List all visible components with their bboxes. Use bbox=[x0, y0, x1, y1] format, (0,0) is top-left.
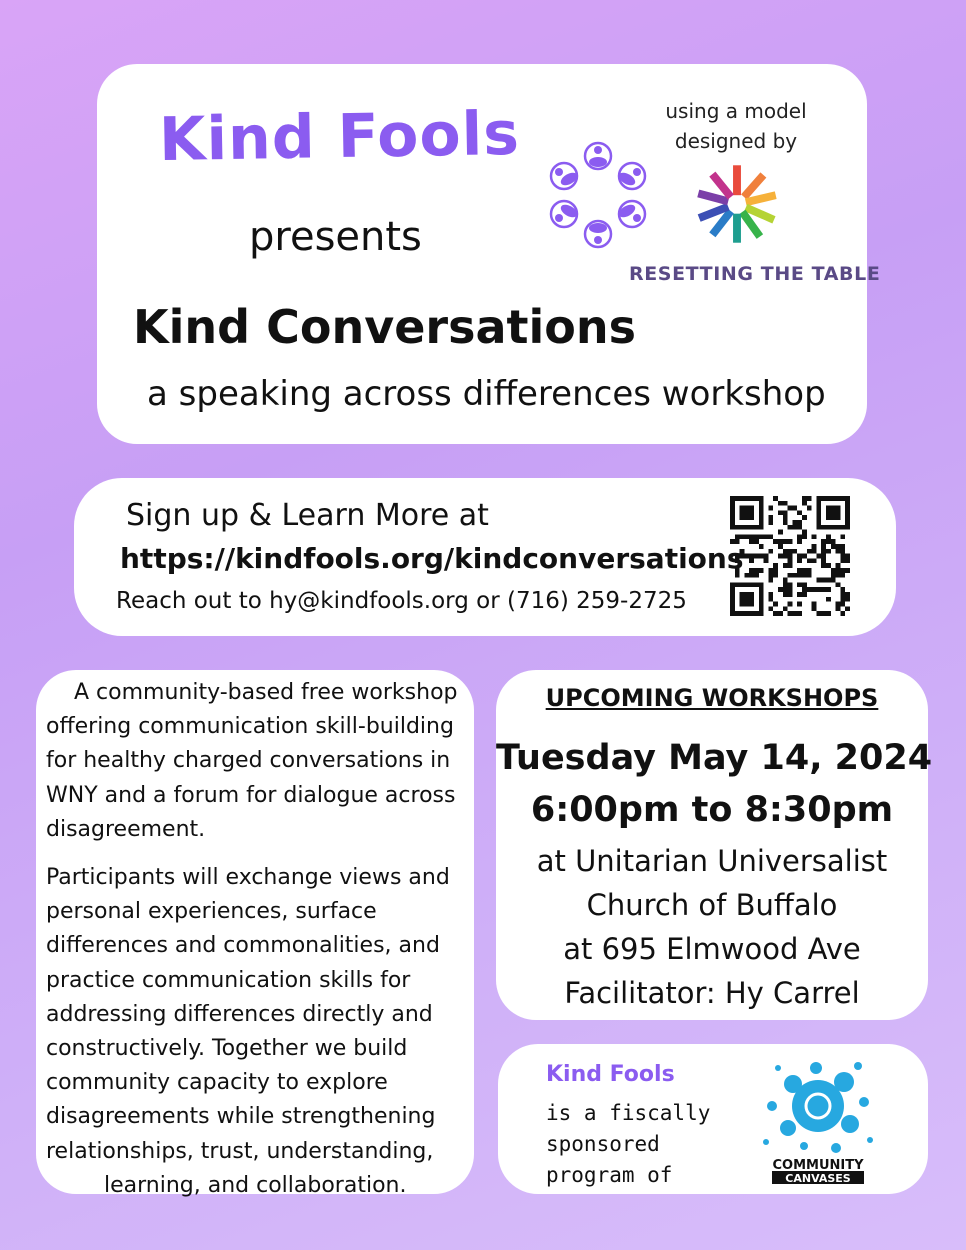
workshop-address: at 695 Elmwood Ave bbox=[563, 932, 861, 966]
workshop-facilitator: Facilitator: Hy Carrel bbox=[564, 976, 860, 1010]
about-text: A community-based free workshop offering… bbox=[46, 676, 466, 1203]
workshops-card: UPCOMING WORKSHOPS Tuesday May 14, 2024 … bbox=[496, 670, 933, 1020]
about-paragraph-2-end: learning, and collaboration. bbox=[104, 1172, 407, 1198]
signup-card: Sign up & Learn More at https://kindfool… bbox=[74, 478, 896, 636]
signup-label: Sign up & Learn More at bbox=[126, 498, 489, 533]
workshop-date: Tuesday May 14, 2024 bbox=[496, 738, 933, 778]
about-paragraph-1: A community-based free workshop offering… bbox=[46, 680, 458, 842]
signup-url-link[interactable]: https://kindfools.org/kindconversations bbox=[120, 542, 744, 575]
community-canvases-logo-line1: COMMUNITY bbox=[772, 1158, 864, 1173]
workshop-location-line1: at Unitarian Universalist bbox=[536, 844, 888, 878]
contact-info: Reach out to hy@kindfools.org or (716) 2… bbox=[116, 588, 687, 614]
community-canvases-logo-icon: COMMUNITY CANVASES bbox=[763, 1062, 873, 1184]
model-credit-line1: using a model bbox=[665, 99, 807, 123]
workshop-subtitle: a speaking across differences workshop bbox=[147, 374, 826, 414]
brand-title: Kind Fools bbox=[158, 98, 521, 176]
partner-name: RESETTING THE TABLE bbox=[629, 263, 881, 285]
hero-card: Kind Fools presents using a model design… bbox=[97, 64, 880, 444]
workshop-title: Kind Conversations bbox=[133, 300, 636, 354]
qr-code-icon[interactable] bbox=[730, 496, 850, 616]
model-credit-line2: designed by bbox=[674, 129, 798, 153]
sponsor-card: Kind Fools is a fiscally sponsored progr… bbox=[498, 1044, 928, 1194]
about-paragraph-2-body: Participants will exchange views and per… bbox=[46, 865, 450, 1164]
workshop-time: 6:00pm to 8:30pm bbox=[530, 790, 894, 830]
sponsor-brand: Kind Fools bbox=[546, 1062, 675, 1087]
resetting-the-table-logo-icon bbox=[697, 165, 777, 243]
about-paragraph-2: Participants will exchange views and per… bbox=[46, 861, 466, 1203]
presents-label: presents bbox=[249, 214, 422, 260]
kind-fools-logo-icon bbox=[549, 141, 647, 249]
model-credit: using a model designed by bbox=[661, 96, 811, 156]
sponsor-text: is a fiscally sponsored program of bbox=[546, 1101, 711, 1187]
workshop-location-line2: Church of Buffalo bbox=[586, 888, 838, 922]
workshops-heading: UPCOMING WORKSHOPS bbox=[545, 684, 879, 712]
about-card: A community-based free workshop offering… bbox=[36, 670, 474, 1198]
community-canvases-logo-line2: CANVASES bbox=[785, 1172, 851, 1184]
